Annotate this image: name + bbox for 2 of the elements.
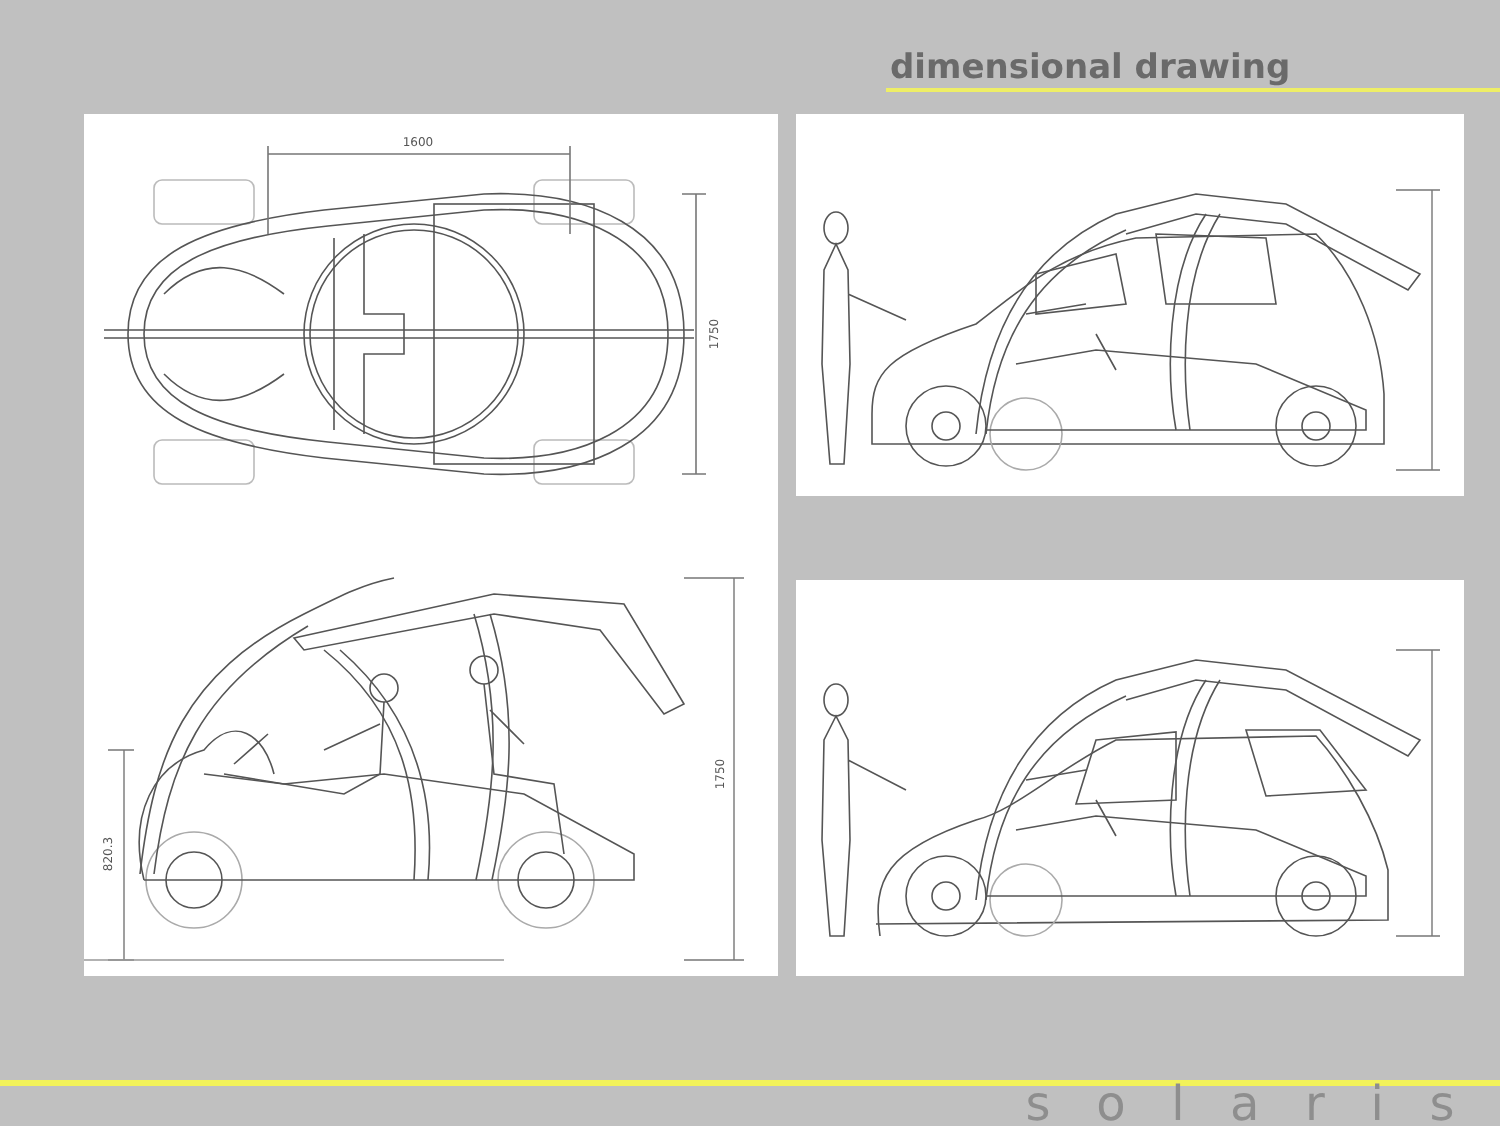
brand-wordmark: solaris	[1025, 1086, 1500, 1124]
page-title: dimensional drawing	[886, 48, 1500, 92]
